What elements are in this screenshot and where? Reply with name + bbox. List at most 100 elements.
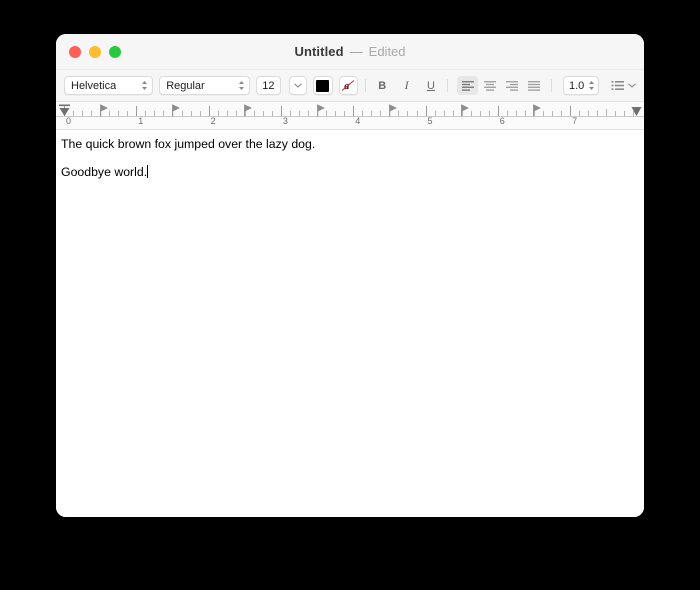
- align-right-icon: [505, 81, 518, 91]
- ruler-tick: [163, 111, 165, 116]
- ruler-tab-stop[interactable]: [533, 104, 542, 117]
- chevron-down-icon: [628, 83, 636, 88]
- ruler-number: 1: [138, 116, 144, 126]
- document-line: Goodbye world.: [56, 164, 644, 180]
- ruler-tick: [443, 111, 445, 116]
- desktop-background: Untitled — Edited Helvetica Regular 12 B…: [0, 0, 700, 590]
- font-family-value: Helvetica: [71, 79, 117, 92]
- toolbar-divider: [447, 79, 449, 92]
- ruler-baseline: [56, 116, 644, 117]
- textedit-window: Untitled — Edited Helvetica Regular 12 B…: [56, 34, 644, 517]
- ruler-tick: [154, 111, 156, 116]
- font-size-dropdown-button[interactable]: [288, 76, 308, 95]
- ruler-tick: [543, 111, 544, 116]
- ruler-tick: [380, 111, 382, 116]
- align-center-icon: [483, 81, 496, 91]
- ruler-tick: [470, 111, 472, 116]
- ruler-tick: [425, 106, 427, 116]
- align-justify-button[interactable]: [523, 76, 544, 95]
- ruler-tick: [344, 111, 346, 116]
- ruler-tick: [416, 111, 418, 116]
- ruler-number: 5: [427, 116, 433, 126]
- ruler-tick: [235, 111, 237, 116]
- document-text-area[interactable]: The quick brown fox jumped over the lazy…: [56, 130, 644, 517]
- maximize-button[interactable]: [109, 45, 121, 58]
- text-alignment-group: [457, 76, 544, 95]
- ruler-tick: [371, 111, 373, 116]
- left-margin-marker[interactable]: [58, 104, 71, 118]
- ruler-tab-stop[interactable]: [99, 104, 109, 117]
- ruler-tick: [624, 111, 626, 116]
- chevron-updown-icon: [141, 80, 148, 91]
- align-left-button[interactable]: [457, 76, 479, 95]
- bold-button[interactable]: B: [373, 75, 391, 96]
- ruler-number: 3: [282, 116, 288, 126]
- ruler-tick: [118, 111, 120, 116]
- ruler-tick: [524, 111, 526, 116]
- chevron-down-icon: [294, 83, 302, 88]
- line-spacing-dropdown[interactable]: 1.0: [562, 76, 599, 95]
- formatting-toolbar: Helvetica Regular 12 B I U 1.0: [56, 70, 644, 102]
- font-family-dropdown[interactable]: Helvetica: [64, 76, 154, 95]
- ruler-tick: [217, 111, 219, 116]
- ruler-tick: [353, 106, 355, 116]
- ruler-tick: [570, 106, 572, 116]
- ruler-tick: [199, 111, 201, 116]
- close-button[interactable]: [69, 45, 81, 58]
- ruler-tick: [552, 111, 553, 116]
- font-style-dropdown[interactable]: Regular: [159, 76, 251, 95]
- line-spacing-value: 1.0: [568, 79, 585, 92]
- list-style-button[interactable]: [611, 80, 636, 91]
- document-line-text: Goodbye world.: [61, 165, 148, 179]
- ruler-tick: [145, 111, 147, 116]
- italic-label: I: [404, 78, 409, 92]
- ruler-tab-stop[interactable]: [244, 104, 253, 117]
- chevron-updown-icon: [588, 80, 595, 91]
- ruler-tick: [190, 111, 192, 116]
- chevron-updown-icon: [238, 80, 245, 91]
- window-title-bar[interactable]: Untitled — Edited: [56, 34, 644, 70]
- ruler-tick: [109, 111, 111, 116]
- ruler-tick: [226, 111, 228, 116]
- ruler-tab-stop[interactable]: [461, 104, 470, 117]
- ruler-tick: [407, 111, 409, 116]
- align-center-button[interactable]: [479, 76, 500, 95]
- text-color-swatch-button[interactable]: [313, 76, 333, 95]
- minimize-button[interactable]: [89, 45, 101, 58]
- underline-label: U: [426, 79, 435, 92]
- ruler-tick: [362, 111, 364, 116]
- italic-button[interactable]: I: [397, 75, 415, 96]
- ruler-tick: [588, 111, 590, 116]
- ruler-number: 4: [355, 116, 361, 126]
- ruler-tab-stop[interactable]: [171, 104, 181, 117]
- ruler-tick: [326, 111, 328, 116]
- align-right-button[interactable]: [501, 76, 522, 95]
- toolbar-divider: [365, 79, 367, 92]
- ruler-tick: [335, 111, 337, 116]
- align-justify-icon: [527, 81, 540, 91]
- ruler-tick: [579, 111, 581, 116]
- document-ruler[interactable]: 01234567: [56, 102, 644, 130]
- underline-button[interactable]: U: [422, 75, 440, 96]
- document-line: The quick brown fox jumped over the lazy…: [61, 137, 316, 151]
- ruler-tick: [127, 111, 129, 116]
- ruler-tick: [262, 111, 264, 116]
- align-left-icon: [461, 81, 474, 91]
- document-edited-status: Edited: [368, 44, 406, 59]
- font-size-input[interactable]: 12: [256, 76, 281, 95]
- ruler-tick: [488, 111, 490, 116]
- toolbar-divider: [551, 79, 552, 92]
- color-swatch: [316, 79, 330, 92]
- ruler-number: 6: [499, 116, 505, 126]
- ruler-tick: [280, 106, 282, 116]
- ruler-tab-stop[interactable]: [316, 104, 326, 117]
- right-margin-marker[interactable]: [630, 104, 643, 118]
- ruler-tick: [434, 111, 436, 116]
- text-cursor: [147, 165, 149, 178]
- document-title: Untitled: [294, 44, 344, 59]
- text-color-remove-button[interactable]: a: [338, 76, 359, 95]
- ruler-tick: [506, 111, 508, 116]
- ruler-tick: [91, 111, 93, 116]
- font-style-value: Regular: [166, 79, 205, 92]
- ruler-tab-stop[interactable]: [388, 104, 398, 117]
